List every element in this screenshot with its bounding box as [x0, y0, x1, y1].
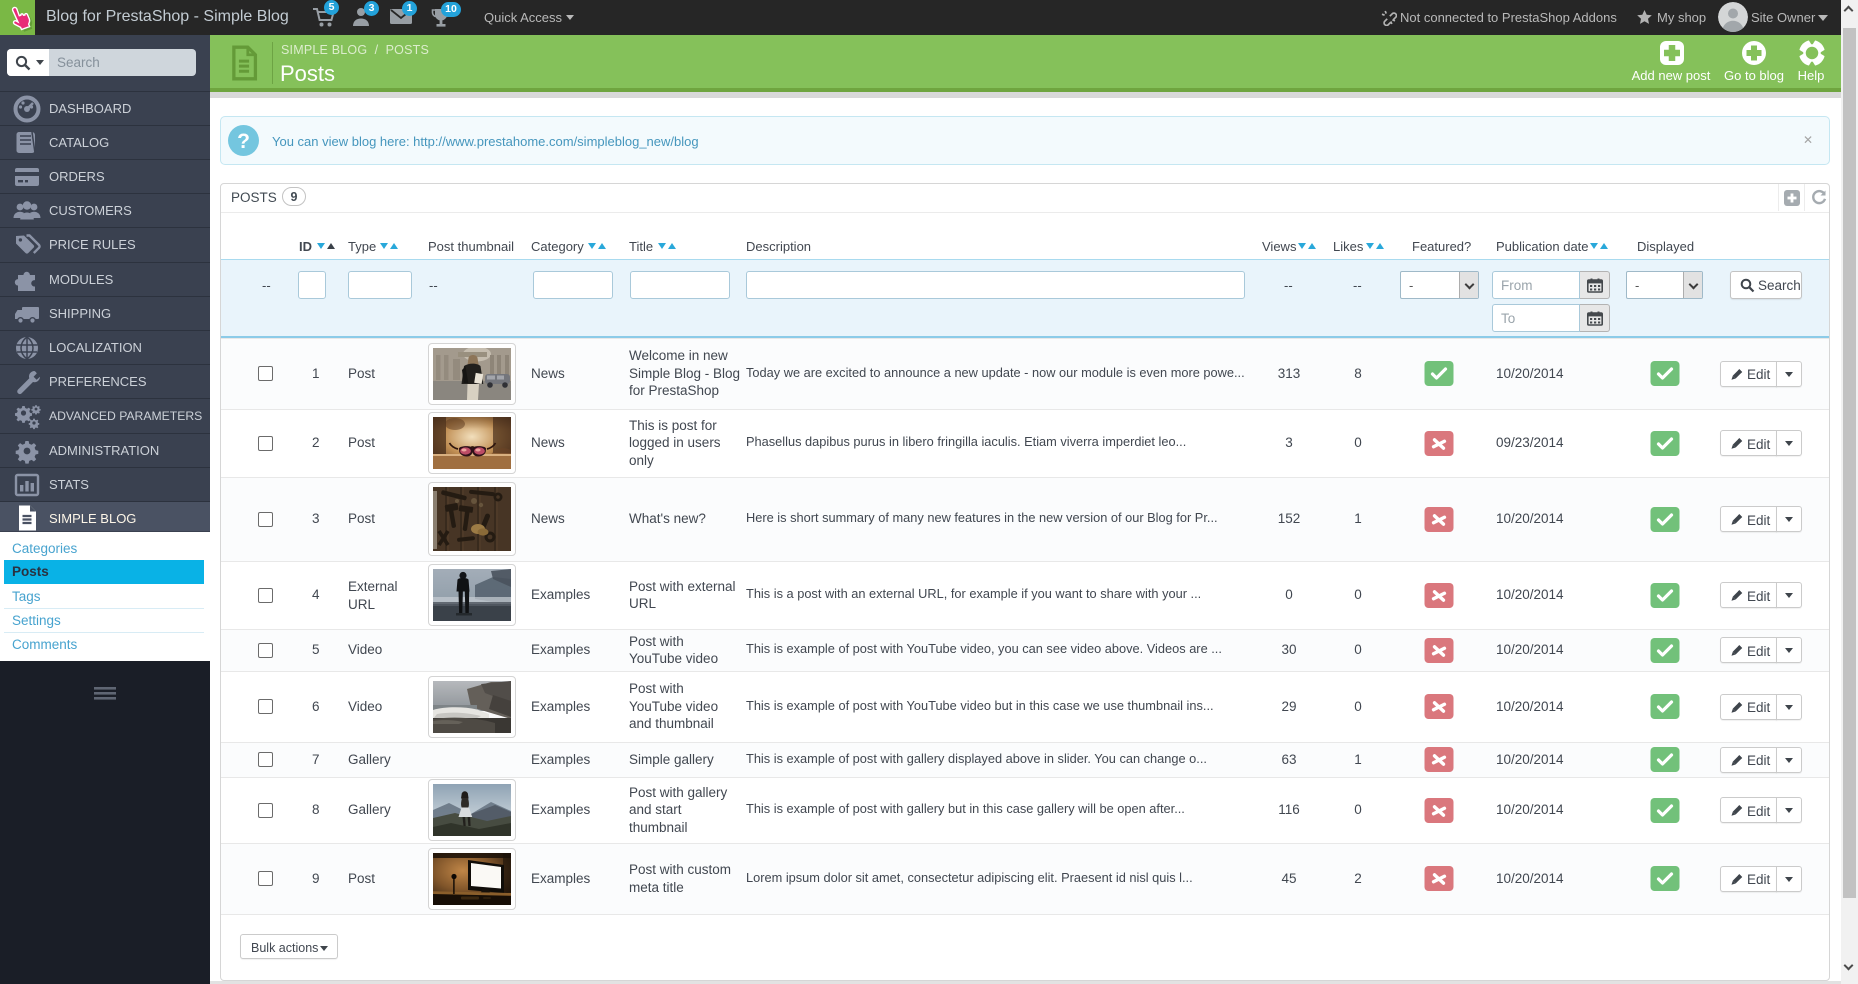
svg-text:?: ? [237, 130, 250, 153]
